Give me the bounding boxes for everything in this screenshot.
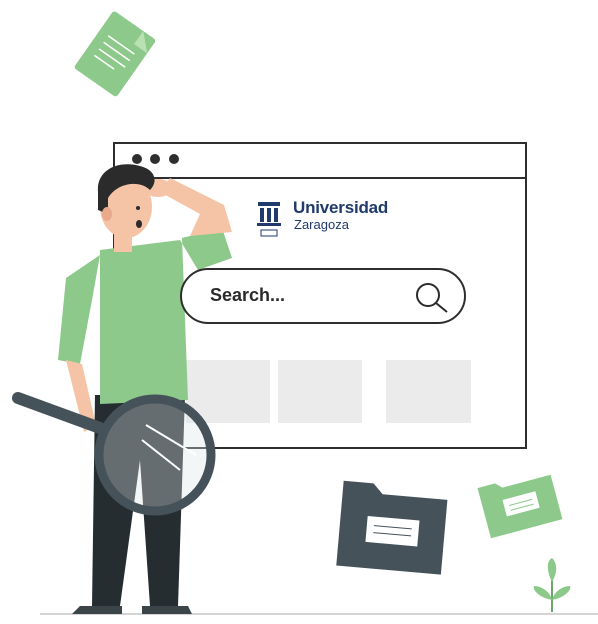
- window-dot-2: [150, 154, 160, 164]
- window-dot-3: [169, 154, 179, 164]
- university-name: Universidad: [293, 198, 389, 217]
- document-icon: [74, 11, 156, 97]
- university-subtitle: Zaragoza: [294, 217, 349, 232]
- search-placeholder: Search...: [210, 285, 286, 305]
- result-tile-3[interactable]: [386, 360, 471, 423]
- magnifying-glass-icon: [12, 392, 216, 516]
- folder-icon-small: [477, 474, 563, 539]
- folder-icon: [336, 480, 448, 575]
- window-dot-1: [132, 154, 142, 164]
- plant-icon: [533, 558, 571, 612]
- result-tile-2[interactable]: [278, 360, 362, 423]
